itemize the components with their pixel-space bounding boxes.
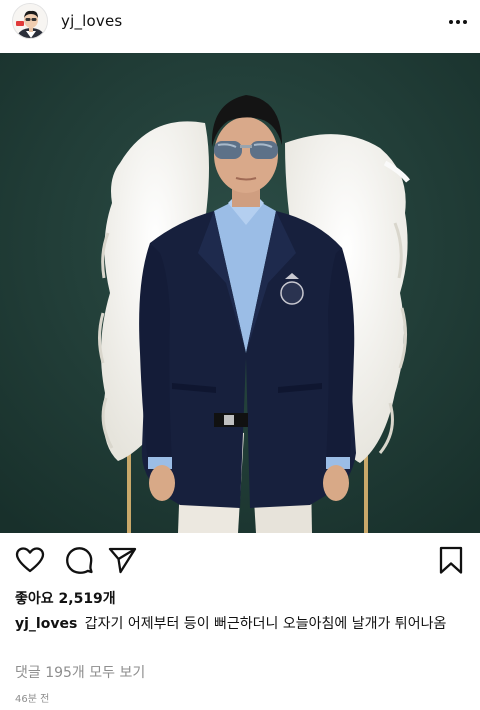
likes-count[interactable]: 좋아요 2,519개 [15, 588, 116, 608]
caption-text: 갑자기 어제부터 등이 뻐근하더니 오늘아침에 날개가 튀어나옴 [84, 616, 447, 632]
post-caption: yj_loves 갑자기 어제부터 등이 뻐근하더니 오늘아침에 날개가 튀어나… [15, 616, 467, 633]
post-photo[interactable] [0, 53, 480, 533]
post-header: yj_loves [0, 0, 480, 52]
comment-bubble-icon[interactable] [64, 545, 94, 575]
paper-plane-icon[interactable] [107, 545, 137, 575]
avatar-illustration [13, 4, 47, 38]
more-horizontal-icon[interactable] [446, 12, 470, 32]
caption-username[interactable]: yj_loves [15, 616, 77, 632]
photo-illustration [0, 53, 480, 533]
bookmark-icon[interactable] [436, 545, 466, 575]
heart-icon[interactable] [15, 545, 45, 575]
post-username[interactable]: yj_loves [61, 12, 122, 30]
view-all-comments-link[interactable]: 댓글 195개 모두 보기 [15, 662, 145, 682]
post-timestamp: 46분 전 [15, 694, 50, 705]
profile-avatar[interactable] [12, 3, 48, 39]
